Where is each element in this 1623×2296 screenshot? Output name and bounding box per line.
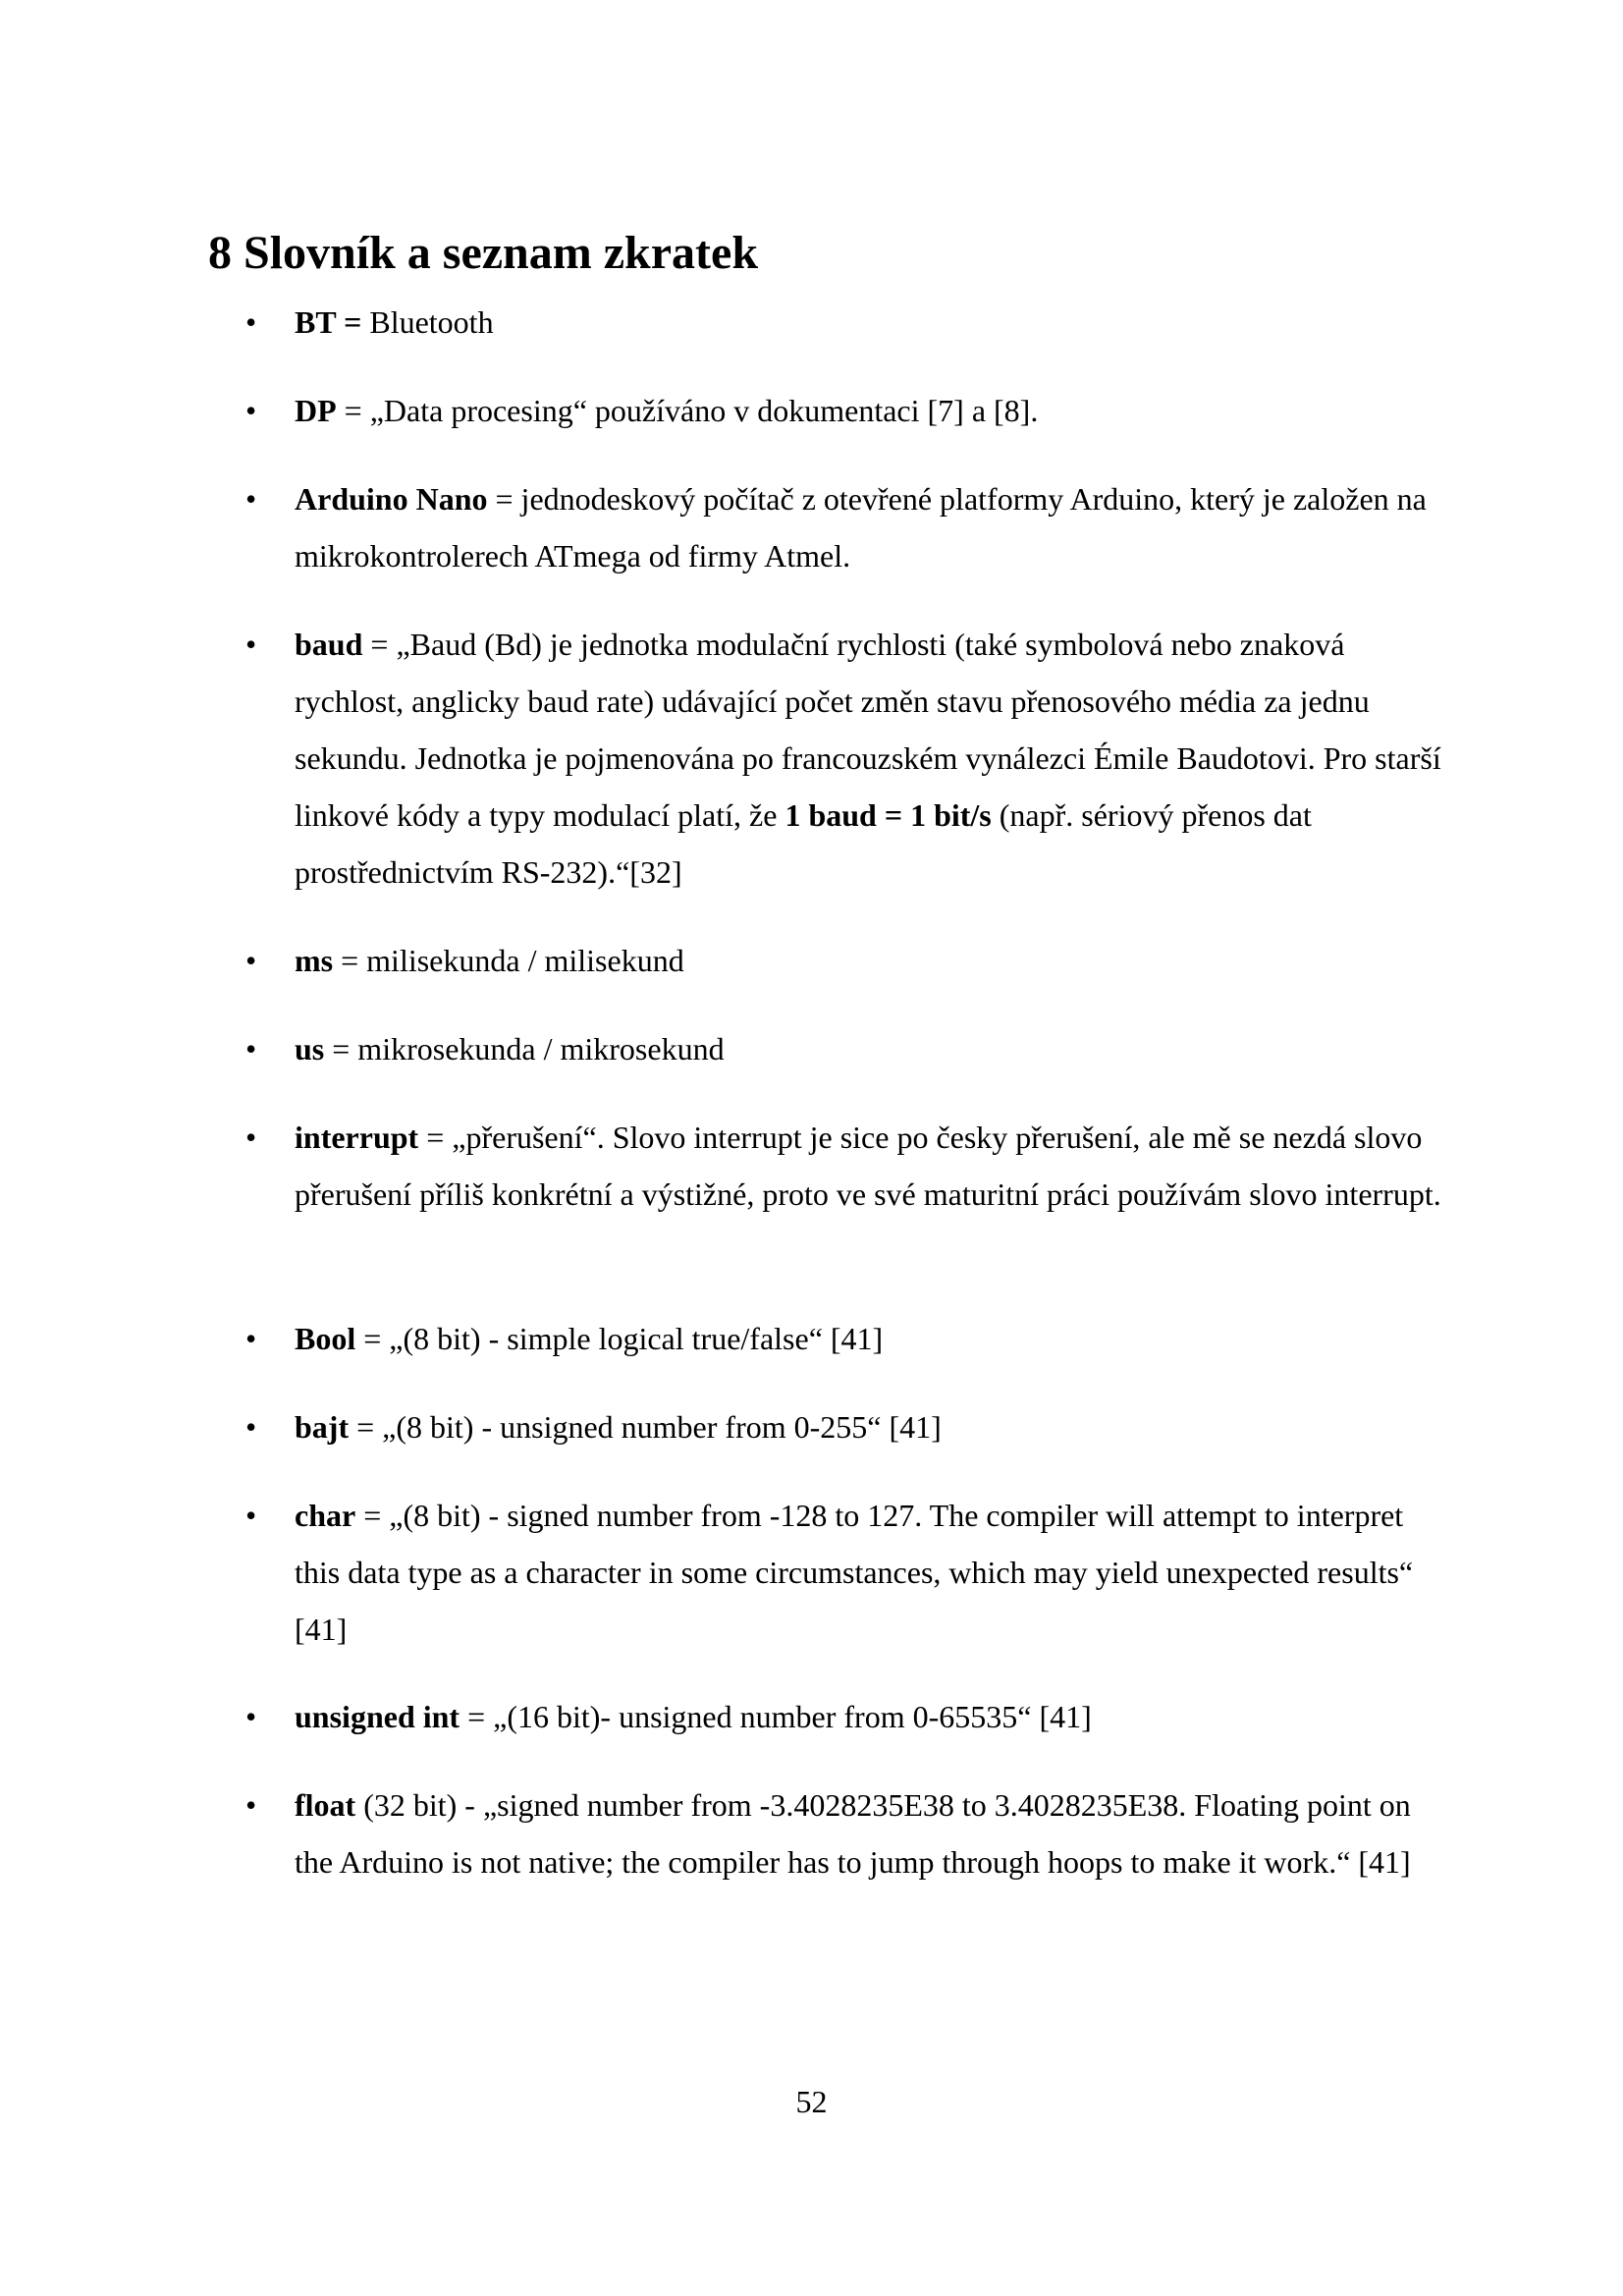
term: ms [295, 943, 334, 978]
list-item-baud: • baud = „Baud (Bd) je jednotka modulačn… [245, 616, 1443, 901]
list-item-interrupt: • interrupt = „přerušení“. Slovo interru… [245, 1109, 1443, 1223]
definition: Bluetooth [361, 304, 494, 340]
list-item-char: • char = „(8 bit) - signed number from -… [245, 1487, 1443, 1658]
definition: = „(8 bit) - simple logical true/false“ … [355, 1321, 884, 1356]
bullet: • [245, 1321, 257, 1356]
list-item-us: • us = mikrosekunda / mikrosekund [245, 1020, 1443, 1077]
list-item-bool: • Bool = „(8 bit) - simple logical true/… [245, 1310, 1443, 1367]
list-item-float: • float (32 bit) - „signed number from -… [245, 1777, 1443, 1890]
definition: = „(16 bit)- unsigned number from 0-6553… [460, 1699, 1092, 1734]
list-item-ms: • ms = milisekunda / milisekund [245, 932, 1443, 989]
bullet: • [245, 481, 257, 517]
definition: = „přerušení“. Slovo interrupt je sice p… [295, 1120, 1441, 1212]
definition: = mikrosekunda / mikrosekund [324, 1031, 725, 1066]
list-item-dp: • DP = „Data procesing“ používáno v doku… [245, 382, 1443, 439]
page-number: 52 [795, 2084, 828, 2119]
bullet: • [245, 1699, 257, 1734]
term: Arduino Nano [295, 481, 488, 517]
term: float [295, 1787, 356, 1823]
term: char [295, 1498, 356, 1533]
term: interrupt [295, 1120, 419, 1155]
bullet: • [245, 1787, 257, 1823]
bullet: • [245, 1120, 257, 1155]
list-item-bt: • BT = Bluetooth [245, 294, 1443, 351]
bullet: • [245, 1498, 257, 1533]
term: Bool [295, 1321, 356, 1356]
bullet: • [245, 943, 257, 978]
bullet: • [245, 393, 257, 428]
bullet: • [245, 304, 257, 340]
term: DP [295, 393, 337, 428]
definition: = milisekunda / milisekund [333, 943, 684, 978]
term: unsigned int [295, 1699, 460, 1734]
bullet: • [245, 1409, 257, 1445]
list-item-unsigned-int: • unsigned int = „(16 bit)- unsigned num… [245, 1688, 1443, 1745]
term: baud [295, 627, 363, 662]
list-item-bajt: • bajt = „(8 bit) - unsigned number from… [245, 1398, 1443, 1455]
term: us [295, 1031, 325, 1066]
term: BT = [295, 304, 362, 340]
term: bajt [295, 1409, 350, 1445]
page-title: 8 Slovník a seznam zkratek [208, 227, 759, 279]
bullet: • [245, 627, 257, 662]
bullet: • [245, 1031, 257, 1066]
definition: = „Data procesing“ používáno v dokumenta… [336, 393, 1039, 428]
definition: = „(8 bit) - signed number from -128 to … [295, 1498, 1414, 1647]
definition: = „(8 bit) - unsigned number from 0-255“… [349, 1409, 942, 1445]
emphasis: 1 baud = 1 bit/s [784, 797, 992, 833]
definition: (32 bit) - „signed number from -3.402823… [295, 1787, 1411, 1880]
list-item-arduino-nano: • Arduino Nano = jednodeskový počítač z … [245, 470, 1443, 584]
